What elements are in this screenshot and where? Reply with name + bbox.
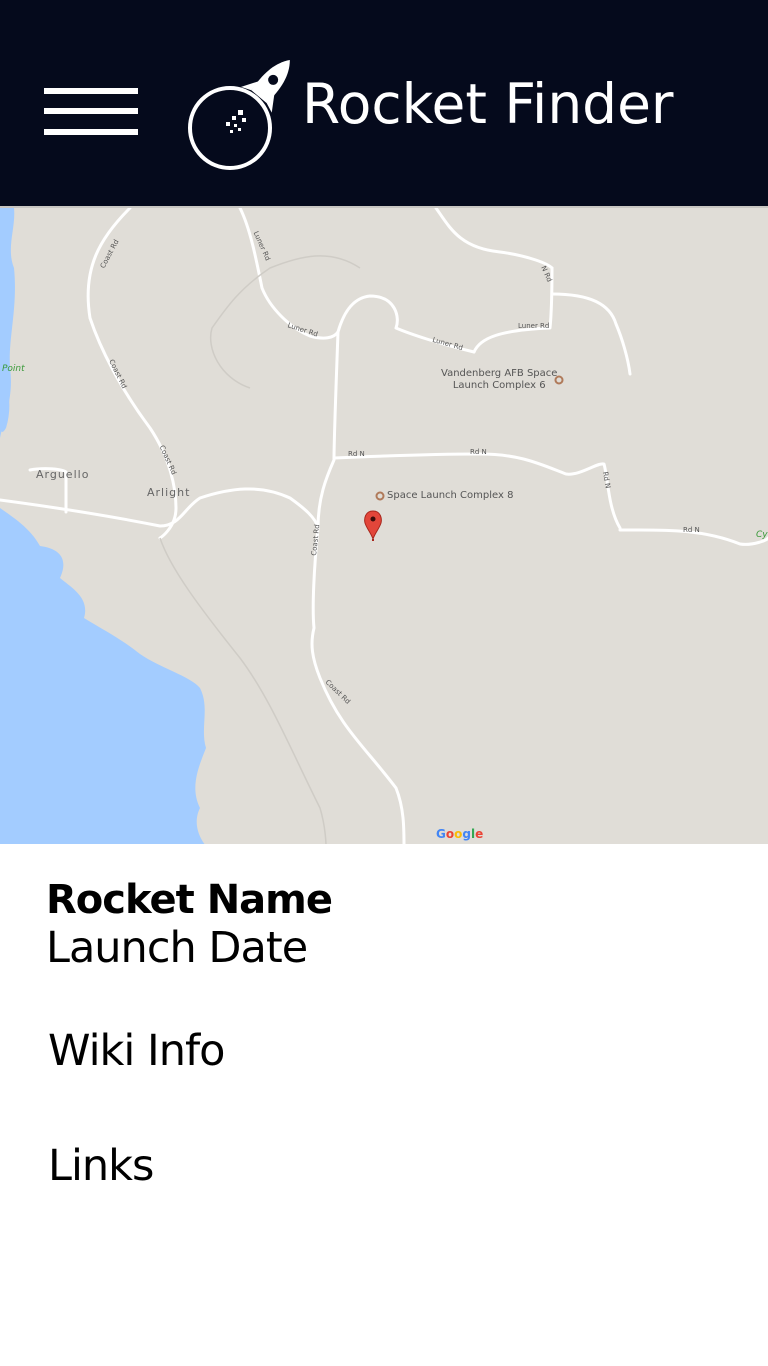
map-place-label-line: Vandenberg AFB Space [441,368,558,379]
rocket-logo-icon [188,59,290,170]
map-place-label: Space Launch Complex 8 [387,490,514,501]
map-place-label: Cy [756,530,768,540]
map-road-label: Rd N [683,526,700,534]
map-place-label: Vandenberg AFB Space Launch Complex 6 [441,368,557,392]
map-road-label: Rd N [470,448,487,456]
google-logo[interactable]: Google [436,827,483,841]
road [550,292,632,376]
wiki-info-link[interactable]: Wiki Info [48,1024,225,1078]
links-link[interactable]: Links [48,1139,154,1193]
map-place-label: Arguello [36,468,90,481]
menu-bar [44,88,138,94]
road [238,208,340,340]
menu-bar [44,108,138,114]
map-place-label-line: Launch Complex 6 [452,380,546,391]
app-title: Rocket Finder [302,72,674,136]
ocean-area [0,508,206,844]
app-logo[interactable]: Rocket Finder [186,52,706,176]
road [472,266,554,354]
launch-site-map[interactable]: Vandenberg AFB Space Launch Complex 6 Sp… [0,206,768,844]
menu-bar [44,129,138,135]
map-place-label: Point [2,364,25,374]
road [434,208,554,270]
app-header: Rocket Finder [0,0,768,206]
road [316,330,340,530]
map-place-label: Arlight [147,486,191,499]
map-road-label: Rd N [348,450,365,458]
map-canvas [0,208,768,844]
map-road-label: Luner Rd [518,322,550,330]
map-pin-icon [364,510,382,541]
hamburger-menu-icon[interactable] [44,88,138,138]
place-marker-dot [375,491,385,501]
rocket-details: Rocket Name Launch Date [46,876,726,972]
launch-date: Launch Date [46,923,308,973]
rocket-name: Rocket Name [46,877,333,923]
